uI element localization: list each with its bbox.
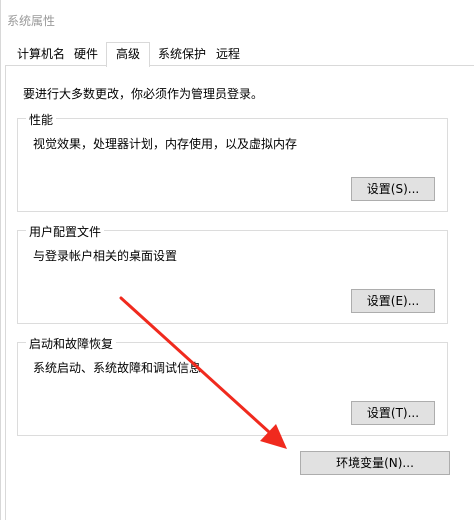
performance-group-title: 性能 (26, 111, 57, 128)
performance-settings-button[interactable]: 设置(S)... (351, 177, 435, 201)
performance-group: 性能 视觉效果，处理器计划，内存使用，以及虚拟内存 设置(S)... (17, 111, 448, 212)
tab-advanced[interactable]: 高级 (106, 42, 150, 67)
tab-hardware[interactable]: 硬件 (69, 45, 103, 66)
user-profiles-group-title: 用户配置文件 (26, 223, 105, 240)
window-title: 系统属性 (7, 14, 56, 28)
tab-computer-name[interactable]: 计算机名 (11, 45, 71, 66)
startup-recovery-settings-button[interactable]: 设置(T)... (351, 401, 435, 425)
startup-recovery-group: 启动和故障恢复 系统启动、系统故障和调试信息 设置(T)... (17, 335, 448, 436)
performance-description: 视觉效果，处理器计划，内存使用，以及虚拟内存 (33, 137, 298, 151)
system-properties-window: 系统属性 计算机名 硬件 高级 系统保护 远程 要进行大多数更改，你必须作为管理… (0, 0, 474, 520)
admin-notice: 要进行大多数更改，你必须作为管理员登录。 (23, 87, 264, 101)
user-profiles-group: 用户配置文件 与登录帐户相关的桌面设置 设置(E)... (17, 223, 448, 324)
startup-recovery-group-title: 启动和故障恢复 (26, 335, 117, 352)
tab-strip: 计算机名 硬件 高级 系统保护 远程 (5, 42, 471, 67)
environment-variables-button[interactable]: 环境变量(N)... (300, 451, 450, 475)
tab-system-protection[interactable]: 系统保护 (152, 45, 212, 66)
user-profiles-description: 与登录帐户相关的桌面设置 (33, 249, 178, 263)
startup-recovery-description: 系统启动、系统故障和调试信息 (33, 361, 202, 375)
title-bar[interactable]: 系统属性 (1, 0, 474, 38)
user-profiles-settings-button[interactable]: 设置(E)... (351, 289, 435, 313)
tab-remote[interactable]: 远程 (210, 45, 246, 66)
